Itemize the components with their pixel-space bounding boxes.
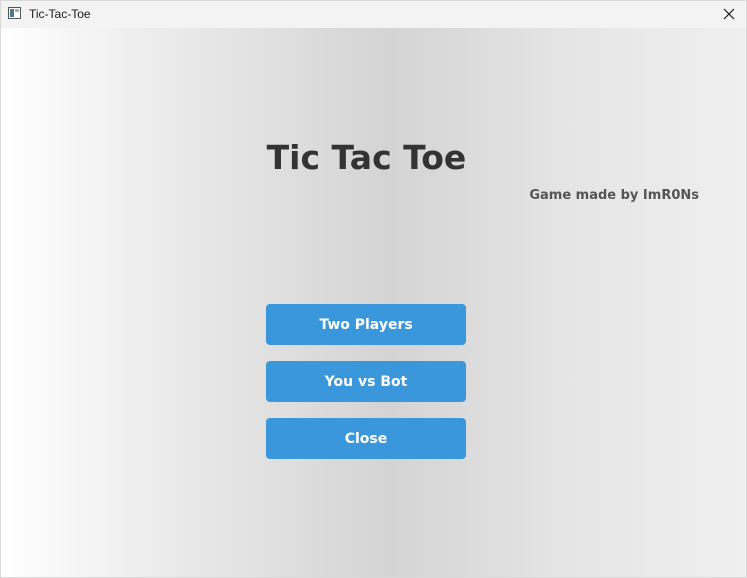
credit-label: Game made by ImR0Ns: [529, 188, 699, 203]
you-vs-bot-button[interactable]: You vs Bot: [266, 361, 466, 402]
close-icon: [723, 8, 735, 20]
app-window: Tic-Tac-Toe Tic Tac Toe Game made by ImR…: [0, 0, 747, 578]
title-bar[interactable]: Tic-Tac-Toe: [1, 1, 746, 28]
game-title: Tic Tac Toe: [266, 138, 467, 177]
window-close-button[interactable]: [718, 4, 740, 24]
window-title: Tic-Tac-Toe: [29, 7, 91, 21]
close-button-label: Close: [344, 430, 388, 447]
two-players-button[interactable]: Two Players: [266, 304, 466, 345]
two-players-button-label: Two Players: [319, 316, 413, 333]
close-button[interactable]: Close: [266, 418, 466, 459]
window-app-icon: [8, 7, 21, 19]
you-vs-bot-button-label: You vs Bot: [324, 373, 408, 390]
main-menu-panel: Tic Tac Toe Game made by ImR0Ns Two Play…: [1, 28, 746, 577]
